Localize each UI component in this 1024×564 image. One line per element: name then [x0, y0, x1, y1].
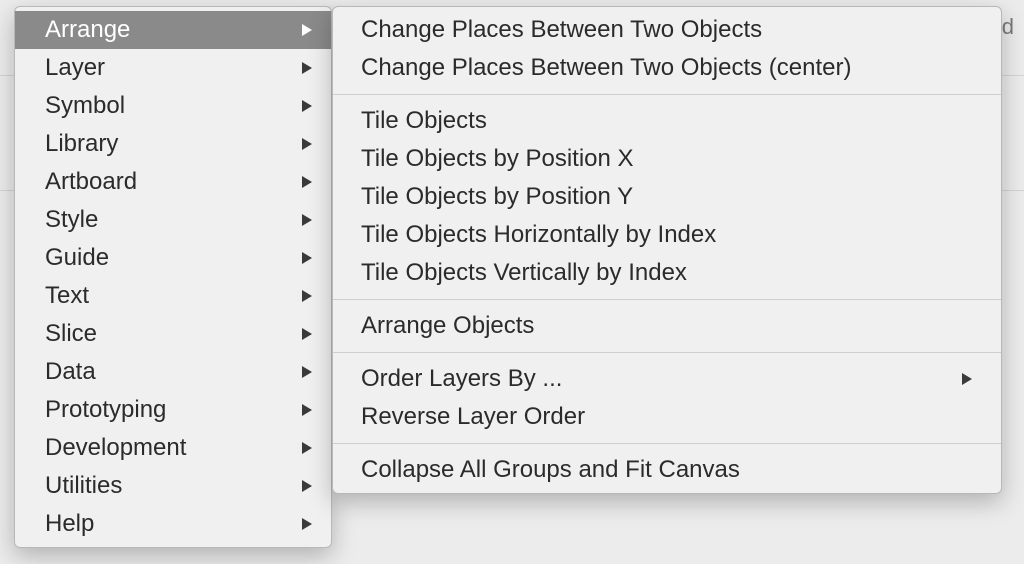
menu-item-label: Change Places Between Two Objects (cente…	[361, 54, 851, 82]
menu-item-style[interactable]: Style	[15, 201, 331, 239]
menu-separator	[333, 94, 1001, 95]
submenu-arrow-icon	[301, 23, 313, 37]
submenu-item-tile-objects[interactable]: Tile Objects	[333, 102, 1001, 140]
submenu-arrow-icon	[301, 479, 313, 493]
menu-separator	[333, 443, 1001, 444]
menu-item-label: Tile Objects Horizontally by Index	[361, 221, 716, 249]
menu-item-label: Symbol	[45, 92, 125, 120]
submenu-item-tile-position-x[interactable]: Tile Objects by Position X	[333, 140, 1001, 178]
submenu-item-tile-horizontally-index[interactable]: Tile Objects Horizontally by Index	[333, 216, 1001, 254]
menu-item-label: Help	[45, 510, 94, 538]
submenu-arrow-icon	[301, 99, 313, 113]
menu-item-prototyping[interactable]: Prototyping	[15, 391, 331, 429]
background-text-fragment: d	[1002, 14, 1014, 40]
menu-item-label: Layer	[45, 54, 105, 82]
submenu-arrow-icon	[301, 137, 313, 151]
submenu-arrow-icon	[301, 441, 313, 455]
arrange-submenu: Change Places Between Two Objects Change…	[332, 6, 1002, 494]
submenu-item-change-places-center[interactable]: Change Places Between Two Objects (cente…	[333, 49, 1001, 87]
submenu-item-reverse-layer-order[interactable]: Reverse Layer Order	[333, 398, 1001, 436]
submenu-arrow-icon	[301, 289, 313, 303]
menu-separator	[333, 352, 1001, 353]
primary-menu: Arrange Layer Symbol Library Artboard St…	[14, 6, 332, 548]
menu-item-label: Tile Objects by Position Y	[361, 183, 633, 211]
menu-item-layer[interactable]: Layer	[15, 49, 331, 87]
menu-item-label: Order Layers By ...	[361, 365, 562, 393]
menu-item-development[interactable]: Development	[15, 429, 331, 467]
menu-item-label: Artboard	[45, 168, 137, 196]
menu-item-artboard[interactable]: Artboard	[15, 163, 331, 201]
menu-item-label: Arrange	[45, 16, 130, 44]
menu-item-label: Utilities	[45, 472, 122, 500]
menu-item-label: Guide	[45, 244, 109, 272]
menu-item-help[interactable]: Help	[15, 505, 331, 543]
menu-item-label: Style	[45, 206, 98, 234]
menu-item-label: Collapse All Groups and Fit Canvas	[361, 456, 740, 484]
submenu-arrow-icon	[301, 365, 313, 379]
menu-item-symbol[interactable]: Symbol	[15, 87, 331, 125]
submenu-arrow-icon	[301, 327, 313, 341]
menu-item-label: Change Places Between Two Objects	[361, 16, 762, 44]
submenu-arrow-icon	[301, 517, 313, 531]
menu-item-label: Arrange Objects	[361, 312, 534, 340]
submenu-item-order-layers-by[interactable]: Order Layers By ...	[333, 360, 1001, 398]
menu-item-library[interactable]: Library	[15, 125, 331, 163]
menu-item-label: Reverse Layer Order	[361, 403, 585, 431]
submenu-arrow-icon	[301, 61, 313, 75]
menu-item-label: Data	[45, 358, 96, 386]
submenu-arrow-icon	[301, 213, 313, 227]
menu-item-label: Tile Objects	[361, 107, 487, 135]
submenu-item-tile-vertically-index[interactable]: Tile Objects Vertically by Index	[333, 254, 1001, 292]
menu-item-label: Slice	[45, 320, 97, 348]
menu-item-label: Tile Objects Vertically by Index	[361, 259, 687, 287]
submenu-arrow-icon	[301, 175, 313, 189]
submenu-arrow-icon	[961, 372, 973, 386]
submenu-item-change-places[interactable]: Change Places Between Two Objects	[333, 11, 1001, 49]
menu-item-guide[interactable]: Guide	[15, 239, 331, 277]
submenu-item-collapse-groups-fit-canvas[interactable]: Collapse All Groups and Fit Canvas	[333, 451, 1001, 489]
menu-item-label: Tile Objects by Position X	[361, 145, 634, 173]
menu-item-utilities[interactable]: Utilities	[15, 467, 331, 505]
menu-item-label: Library	[45, 130, 118, 158]
submenu-arrow-icon	[301, 251, 313, 265]
submenu-item-arrange-objects[interactable]: Arrange Objects	[333, 307, 1001, 345]
menu-separator	[333, 299, 1001, 300]
submenu-item-tile-position-y[interactable]: Tile Objects by Position Y	[333, 178, 1001, 216]
menu-item-slice[interactable]: Slice	[15, 315, 331, 353]
menu-item-data[interactable]: Data	[15, 353, 331, 391]
menu-item-label: Development	[45, 434, 186, 462]
menu-item-label: Text	[45, 282, 89, 310]
submenu-arrow-icon	[301, 403, 313, 417]
menu-item-label: Prototyping	[45, 396, 166, 424]
menu-item-arrange[interactable]: Arrange	[15, 11, 331, 49]
menu-item-text[interactable]: Text	[15, 277, 331, 315]
